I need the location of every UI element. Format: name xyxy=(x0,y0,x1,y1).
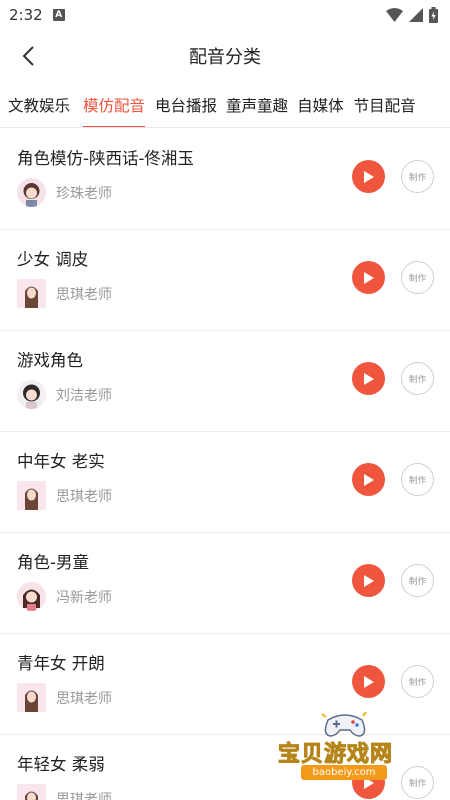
list-item[interactable]: 游戏角色 刘洁老师 制作 xyxy=(0,331,450,432)
play-icon xyxy=(363,271,374,284)
wifi-icon xyxy=(386,8,403,22)
tab-label: 自媒体 xyxy=(297,97,344,115)
tab-active-indicator xyxy=(83,126,146,127)
voice-list: 角色模仿-陕西话-佟湘玉 珍珠老师 制作 少女 调皮 思琪老师 制作 游戏角色 xyxy=(0,129,450,800)
status-bar: 2:32 A xyxy=(0,0,450,30)
list-item[interactable]: 中年女 老实 思琪老师 制作 xyxy=(0,432,450,533)
teacher-info: 思琪老师 xyxy=(17,481,112,510)
avatar-girl-icon xyxy=(17,784,46,800)
list-item[interactable]: 少女 调皮 思琪老师 制作 xyxy=(0,230,450,331)
battery-icon xyxy=(429,7,438,23)
avatar xyxy=(17,683,46,712)
item-title: 年轻女 柔弱 xyxy=(17,755,105,774)
tab-mofang[interactable]: 模仿配音 xyxy=(83,82,146,127)
play-icon xyxy=(363,170,374,183)
cell-signal-icon xyxy=(409,8,423,22)
play-button[interactable] xyxy=(352,665,385,698)
make-button[interactable]: 制作 xyxy=(401,261,434,294)
chevron-left-icon xyxy=(22,46,34,66)
category-tabs: 文教娱乐 模仿配音 电台播报 童声童趣 自媒体 节目配音 xyxy=(0,82,450,128)
teacher-name: 冯新老师 xyxy=(56,589,112,606)
make-button[interactable]: 制作 xyxy=(401,160,434,193)
page-title: 配音分类 xyxy=(189,47,261,68)
teacher-info: 珍珠老师 xyxy=(17,178,112,207)
play-icon xyxy=(363,372,374,385)
avatar-girl-icon xyxy=(17,279,46,308)
avatar xyxy=(17,784,46,800)
item-title: 中年女 老实 xyxy=(17,452,105,471)
avatar-girl-icon xyxy=(17,380,46,409)
tab-label: 电台播报 xyxy=(155,97,218,115)
watermark-text: 宝贝游戏网 xyxy=(277,742,394,768)
play-button[interactable] xyxy=(352,463,385,496)
tab-tongsheng[interactable]: 童声童趣 xyxy=(226,82,289,127)
back-button[interactable] xyxy=(14,42,42,70)
play-icon xyxy=(363,574,374,587)
avatar-girl-icon xyxy=(17,582,46,611)
teacher-name: 珍珠老师 xyxy=(56,185,112,202)
make-button[interactable]: 制作 xyxy=(401,362,434,395)
tab-jiemu[interactable]: 节目配音 xyxy=(353,82,416,127)
make-button[interactable]: 制作 xyxy=(401,665,434,698)
avatar xyxy=(17,178,46,207)
teacher-name: 思琪老师 xyxy=(56,488,112,505)
watermark-logo: 宝贝游戏网 baobeiy.com xyxy=(272,708,422,788)
teacher-name: 思琪老师 xyxy=(56,286,112,303)
teacher-name: 刘洁老师 xyxy=(56,387,112,404)
avatar xyxy=(17,481,46,510)
item-title: 少女 调皮 xyxy=(17,250,89,269)
tab-zimeiti[interactable]: 自媒体 xyxy=(297,82,344,127)
notification-icon: A xyxy=(52,9,65,21)
make-button[interactable]: 制作 xyxy=(401,564,434,597)
tab-label: 节目配音 xyxy=(353,97,416,115)
tab-label: 文教娱乐 xyxy=(8,97,71,115)
list-item[interactable]: 角色模仿-陕西话-佟湘玉 珍珠老师 制作 xyxy=(0,129,450,230)
header: 配音分类 xyxy=(0,30,450,82)
teacher-info: 刘洁老师 xyxy=(17,380,112,409)
item-title: 游戏角色 xyxy=(17,351,83,370)
avatar-girl-icon xyxy=(17,481,46,510)
list-item[interactable]: 角色-男童 冯新老师 制作 xyxy=(0,533,450,634)
play-icon xyxy=(363,473,374,486)
item-title: 角色模仿-陕西话-佟湘玉 xyxy=(17,149,194,168)
teacher-info: 思琪老师 xyxy=(17,784,112,800)
item-title: 青年女 开朗 xyxy=(17,654,105,673)
teacher-info: 思琪老师 xyxy=(17,279,112,308)
tab-wenjiao[interactable]: 文教娱乐 xyxy=(8,82,71,127)
avatar-girl-icon xyxy=(17,178,46,207)
teacher-info: 冯新老师 xyxy=(17,582,112,611)
play-button[interactable] xyxy=(352,160,385,193)
teacher-name: 思琪老师 xyxy=(56,690,112,707)
status-time: 2:32 xyxy=(9,6,43,24)
avatar xyxy=(17,380,46,409)
avatar xyxy=(17,279,46,308)
item-title: 角色-男童 xyxy=(17,553,89,572)
play-button[interactable] xyxy=(352,362,385,395)
play-button[interactable] xyxy=(352,564,385,597)
teacher-info: 思琪老师 xyxy=(17,683,112,712)
tab-diantai[interactable]: 电台播报 xyxy=(155,82,218,127)
watermark-url: baobeiy.com xyxy=(301,765,387,780)
make-button[interactable]: 制作 xyxy=(401,463,434,496)
tab-label: 模仿配音 xyxy=(83,97,146,115)
avatar-girl-icon xyxy=(17,683,46,712)
teacher-name: 思琪老师 xyxy=(56,791,112,800)
gamepad-icon xyxy=(321,711,367,737)
tab-label: 童声童趣 xyxy=(226,97,289,115)
play-button[interactable] xyxy=(352,261,385,294)
avatar xyxy=(17,582,46,611)
play-icon xyxy=(363,675,374,688)
